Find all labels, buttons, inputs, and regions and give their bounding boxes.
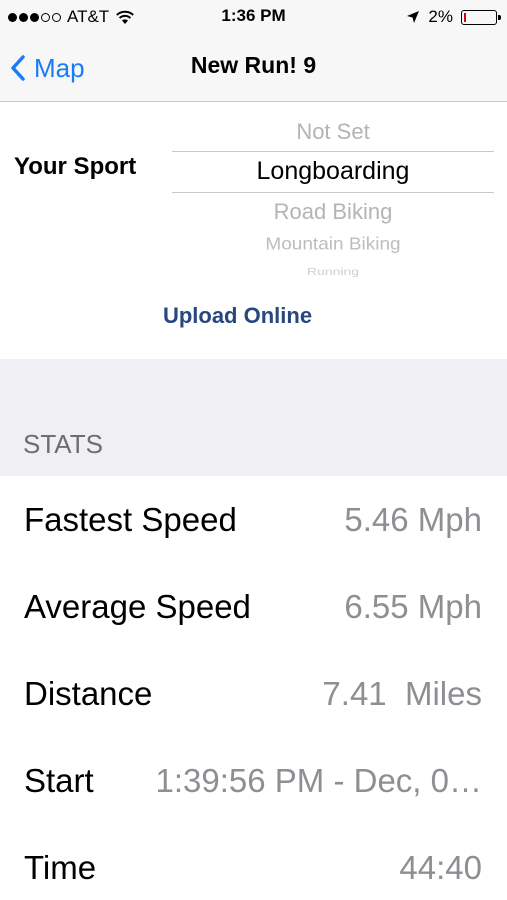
picker-selection-bottom-line — [172, 192, 494, 193]
stat-row-fastest-speed: Fastest Speed 5.46 Mph — [0, 476, 507, 563]
stat-value: 1:39:56 PM - Dec, 0… — [155, 762, 482, 799]
stat-label: Fastest Speed — [24, 501, 237, 538]
stat-row-time: Time 44:40 — [0, 824, 507, 900]
sport-label: Your Sport — [14, 153, 137, 180]
stat-label: Distance — [24, 675, 153, 712]
stats-section-header-area: STATS — [0, 359, 507, 476]
stat-label: Time — [24, 849, 97, 886]
sport-picker[interactable]: Not Set Longboarding Road Biking Mountai… — [172, 113, 494, 278]
stat-row-average-speed: Average Speed 6.55 Mph — [0, 563, 507, 650]
stats-list: Fastest Speed 5.46 Mph Average Speed 6.5… — [0, 476, 507, 900]
stat-value: 5.46 Mph — [344, 501, 482, 538]
stats-section-header: STATS — [23, 429, 103, 459]
location-arrow-icon — [407, 11, 420, 23]
stat-label: Start — [24, 762, 94, 799]
stat-value: 44:40 — [399, 849, 482, 886]
picker-option[interactable]: Road Biking — [172, 199, 494, 225]
stat-row-start: Start 1:39:56 PM - Dec, 0… — [0, 737, 507, 824]
status-right: 2% — [406, 6, 501, 28]
picker-option-selected[interactable]: Longboarding — [172, 157, 494, 186]
battery-percent: 2% — [428, 7, 453, 26]
sport-section: Your Sport Not Set Longboarding Road Bik… — [0, 103, 507, 359]
battery-icon — [461, 9, 501, 25]
upload-online-button[interactable]: Upload Online — [0, 303, 475, 329]
page-title: New Run! 9 — [190, 52, 317, 78]
stat-row-distance: Distance 7.41 Miles — [0, 650, 507, 737]
picker-selection-top-line — [172, 151, 494, 152]
picker-option[interactable]: Mountain Biking — [172, 235, 494, 255]
status-bar: AT&T 1:36 PM 2% — [0, 0, 507, 34]
stat-value: 7.41 Miles — [322, 675, 482, 712]
picker-option[interactable]: Not Set — [172, 119, 494, 145]
picker-option[interactable]: Running — [172, 265, 494, 277]
stat-label: Average Speed — [24, 588, 251, 625]
stat-value: 6.55 Mph — [344, 588, 482, 625]
navigation-bar: Map New Run! 9 — [0, 34, 507, 102]
